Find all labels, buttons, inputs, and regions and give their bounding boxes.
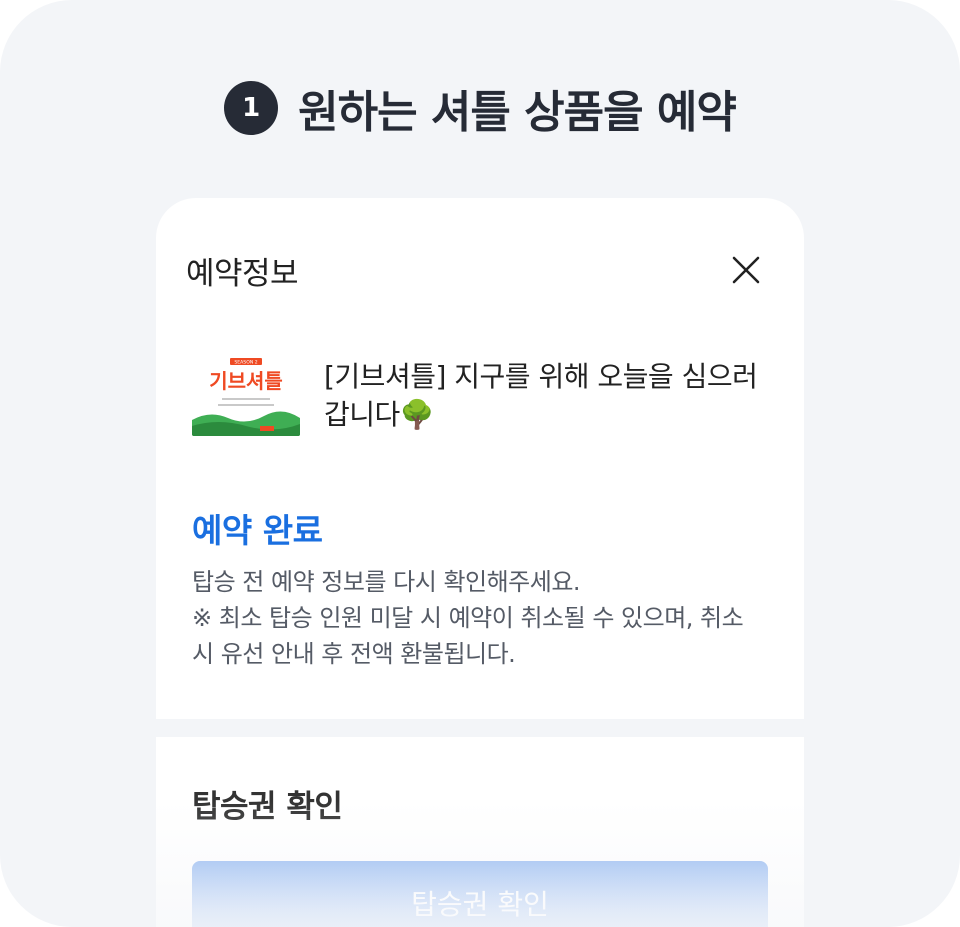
notice-line: ※ 최소 탑승 인원 미달 시 예약이 취소될 수 있으며, 취소 [192,604,744,632]
reservation-info-sheet: 예약정보 SEASON 2 기브셔틀 [기브셔틀] 지구를 위해 오늘을 심으러 [156,198,804,719]
thumb-season-text: SEASON 2 [234,360,257,366]
product-thumbnail: SEASON 2 기브셔틀 [192,354,300,436]
close-button[interactable] [726,250,766,290]
screen-frame: 1 원하는 셔틀 상품을 예약 예약정보 SEASON 2 기브셔틀 [기브셔틀… [0,0,960,927]
ticket-heading: 탑승권 확인 [192,789,343,825]
product-name-line: [기브셔틀] 지구를 위해 오늘을 심으러 [324,360,758,393]
notice-line: 탑승 전 예약 정보를 다시 확인해주세요. [192,568,581,596]
sheet-title: 예약정보 [186,256,299,292]
step-number-badge: 1 [224,81,279,135]
product-name: [기브셔틀] 지구를 위해 오늘을 심으러 갑니다🌳 [324,358,784,434]
view-ticket-button[interactable]: 탑승권 확인 [192,861,768,927]
product-name-line: 갑니다🌳 [324,398,435,431]
reservation-notice: 탑승 전 예약 정보를 다시 확인해주세요. ※ 최소 탑승 인원 미달 시 예… [192,564,782,672]
notice-line: 시 유선 안내 후 전액 환불됩니다. [192,640,516,668]
thumb-logo-text: 기브셔틀 [209,369,283,393]
close-icon [732,256,760,284]
step-title: 원하는 셔틀 상품을 예약 [298,87,737,138]
ticket-section: 탑승권 확인 탑승권 확인 [156,737,804,927]
reservation-status: 예약 완료 [192,511,323,550]
step-header: 1 원하는 셔틀 상품을 예약 [0,76,960,140]
